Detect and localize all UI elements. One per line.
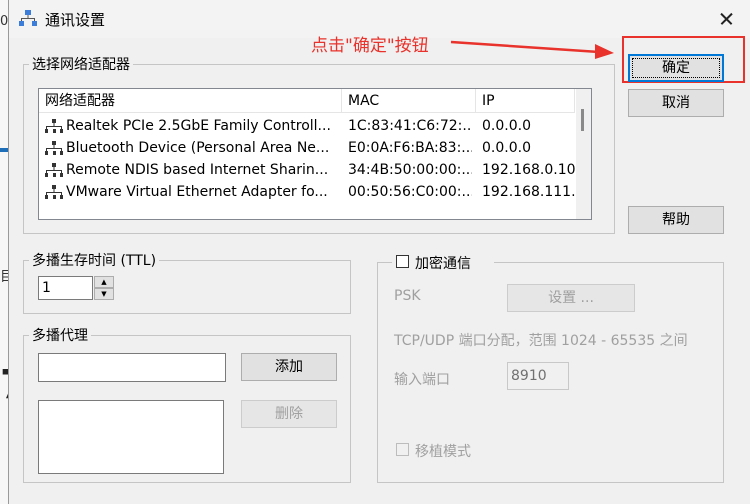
adapter-list-scrollbar[interactable] bbox=[576, 89, 591, 219]
ttl-input[interactable]: 1 bbox=[38, 276, 93, 300]
adapter-ip: 0.0.0.0 bbox=[482, 140, 531, 156]
ok-button[interactable]: 确定 bbox=[628, 54, 724, 82]
scrollbar-thumb[interactable] bbox=[581, 109, 584, 131]
adapter-row[interactable]: Bluetooth Device (Personal Area Ne... E0:… bbox=[39, 137, 575, 159]
adapter-name: Bluetooth Device (Personal Area Ne... bbox=[66, 140, 330, 156]
proxy-address-input[interactable] bbox=[38, 353, 226, 382]
adapter-ip: 192.168.0.10 bbox=[482, 162, 575, 178]
communication-settings-dialog: 通讯设置 点击"确定"按钮 确定 取消 帮助 选择网络适配器 网络适配器 MAC… bbox=[8, 0, 750, 504]
help-button[interactable]: 帮助 bbox=[628, 206, 724, 234]
add-button[interactable]: 添加 bbox=[241, 353, 337, 381]
delete-button-label: 删除 bbox=[275, 406, 303, 422]
migration-mode-label: 移植模式 bbox=[415, 444, 471, 460]
port-range-text: TCP/UDP 端口分配，范围 1024 - 65535 之间 bbox=[394, 333, 688, 349]
cancel-button[interactable]: 取消 bbox=[628, 89, 724, 117]
adapter-mac: 34:4B:50:00:00:... bbox=[348, 162, 472, 178]
adapter-row[interactable]: Remote NDIS based Internet Sharin... 34:4… bbox=[39, 159, 575, 181]
add-button-label: 添加 bbox=[275, 359, 303, 375]
adapter-list[interactable]: 网络适配器 MAC IP Realtek PCIe 2.5GbE Family … bbox=[38, 88, 592, 220]
encryption-checkbox-label: 加密通信 bbox=[415, 256, 471, 272]
close-button[interactable] bbox=[709, 4, 743, 34]
network-adapter-icon bbox=[45, 163, 63, 177]
column-header-ip[interactable]: IP bbox=[476, 89, 575, 113]
psk-settings-button[interactable]: 设置 ... bbox=[507, 284, 635, 312]
migration-mode-checkbox[interactable] bbox=[396, 443, 409, 456]
adapter-mac: 1C:83:41:C6:72:... bbox=[348, 118, 472, 134]
dialog-title: 通讯设置 bbox=[45, 11, 106, 29]
input-port-label: 输入端口 bbox=[394, 372, 450, 388]
adapter-name: Remote NDIS based Internet Sharin... bbox=[66, 162, 329, 178]
column-header-mac[interactable]: MAC bbox=[342, 89, 476, 113]
background-window bbox=[0, 0, 8, 504]
annotation-text: 点击"确定"按钮 bbox=[311, 36, 429, 56]
adapter-mac: 00:50:56:C0:00:... bbox=[348, 184, 472, 200]
adapter-mac: E0:0A:F6:BA:83:... bbox=[348, 140, 472, 156]
adapter-name: VMware Virtual Ethernet Adapter fo... bbox=[66, 184, 328, 200]
network-adapter-icon bbox=[45, 119, 63, 133]
cancel-button-label: 取消 bbox=[662, 95, 690, 111]
ttl-group-label: 多播生存时间 (TTL) bbox=[29, 250, 160, 270]
encryption-checkbox[interactable] bbox=[396, 255, 409, 268]
adapter-group-label: 选择网络适配器 bbox=[29, 54, 133, 74]
help-button-label: 帮助 bbox=[662, 212, 690, 228]
network-icon bbox=[19, 10, 37, 26]
background-accent-bar bbox=[0, 148, 8, 152]
input-port-field[interactable]: 8910 bbox=[507, 362, 569, 390]
adapter-ip: 0.0.0.0 bbox=[482, 118, 531, 134]
column-header-adapter[interactable]: 网络适配器 bbox=[39, 89, 342, 113]
proxy-group-label: 多播代理 bbox=[29, 325, 91, 345]
network-adapter-icon bbox=[45, 141, 63, 155]
adapter-row[interactable]: VMware Virtual Ethernet Adapter fo... 00:… bbox=[39, 181, 575, 203]
psk-label: PSK bbox=[394, 288, 421, 304]
ttl-decrement-button[interactable]: ▼ bbox=[94, 288, 114, 300]
adapter-ip: 192.168.111.1 bbox=[482, 184, 575, 200]
focus-rectangle bbox=[632, 58, 720, 78]
adapter-row[interactable]: Realtek PCIe 2.5GbE Family Controll... 1C… bbox=[39, 115, 575, 137]
psk-settings-button-label: 设置 ... bbox=[548, 290, 594, 306]
adapter-list-header: 网络适配器 MAC IP bbox=[39, 89, 575, 113]
network-adapter-icon bbox=[45, 185, 63, 199]
adapter-name: Realtek PCIe 2.5GbE Family Controll... bbox=[66, 118, 331, 134]
ttl-increment-button[interactable]: ▲ bbox=[94, 276, 114, 288]
delete-button[interactable]: 删除 bbox=[241, 400, 337, 428]
annotation-arrow bbox=[450, 40, 614, 59]
proxy-list[interactable] bbox=[38, 400, 224, 474]
